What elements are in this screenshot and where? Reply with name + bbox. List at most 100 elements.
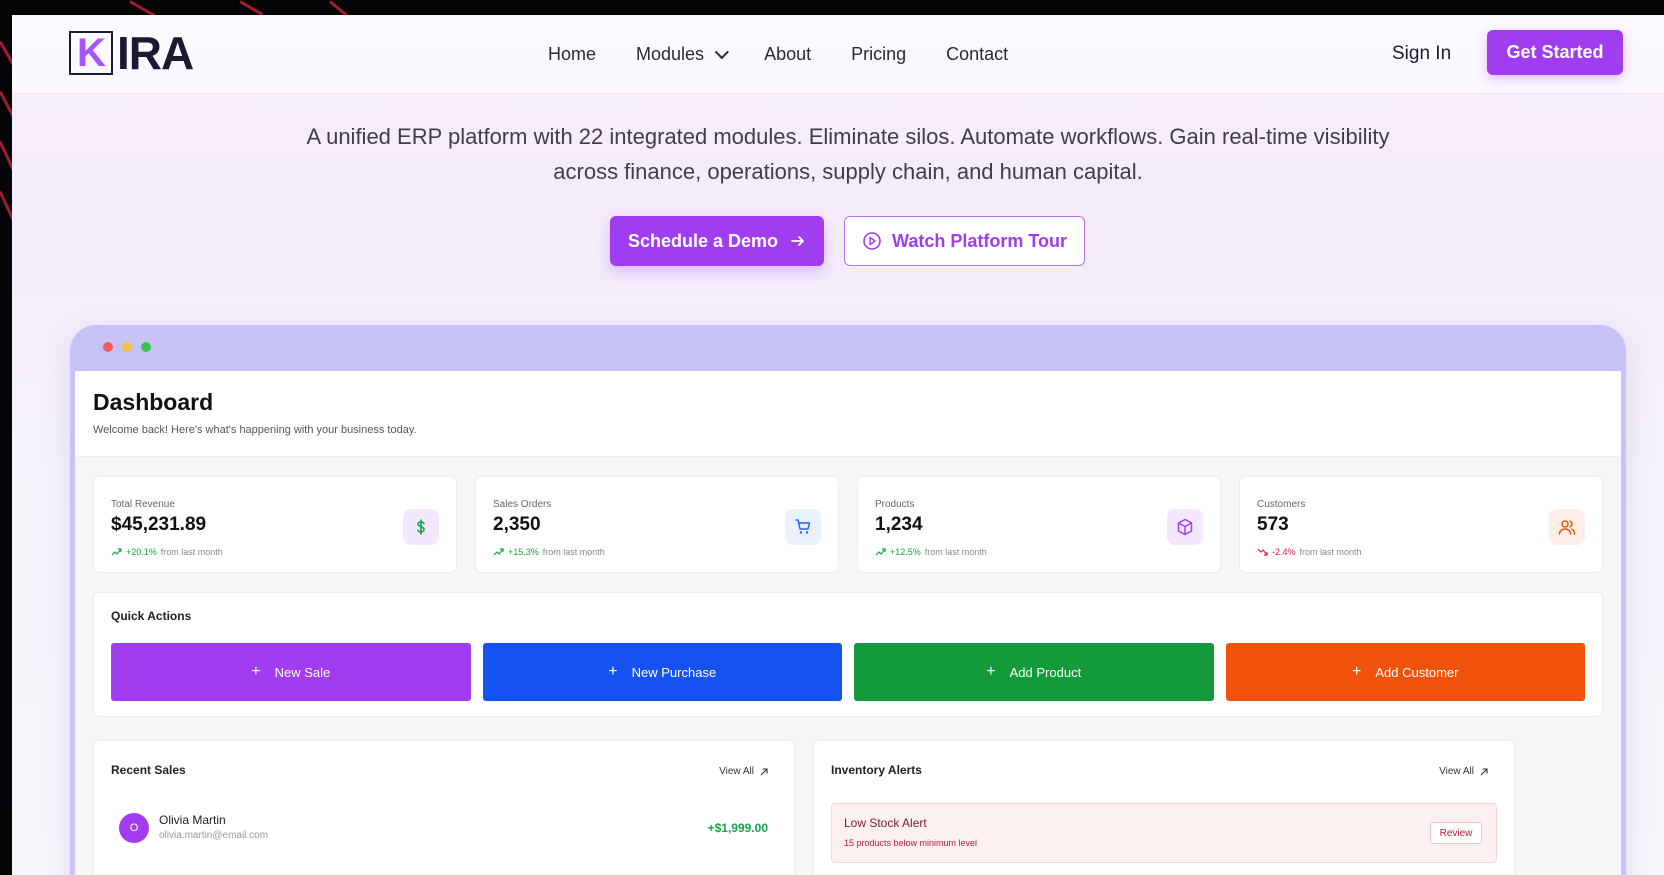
avatar: O (119, 813, 149, 843)
nav-modules-label: Modules (636, 44, 705, 64)
hero-line-2: across finance, operations, supply chain… (553, 159, 1143, 184)
stat-card-products: Products 1,234 +12.5% from last month (857, 476, 1221, 573)
stat-label: Sales Orders (493, 499, 552, 510)
decor-streak (239, 0, 264, 16)
kira-logo[interactable]: K IRA (69, 27, 194, 79)
stat-value: 1,234 (875, 514, 923, 535)
stat-value: 573 (1257, 514, 1289, 535)
trend-up-icon (875, 548, 886, 556)
window-maximize-dot (141, 342, 151, 352)
new-sale-button[interactable]: + New Sale (111, 643, 471, 701)
watch-tour-button[interactable]: Watch Platform Tour (844, 216, 1085, 266)
add-customer-label: Add Customer (1375, 664, 1459, 680)
plus-icon: + (251, 663, 261, 680)
arrow-up-right-icon (760, 767, 768, 775)
top-navbar: K IRA Home Modules About Pricing Contact… (12, 15, 1664, 94)
package-icon (1167, 509, 1203, 545)
stat-trend: +12.5% from last month (875, 547, 1203, 557)
cart-icon (785, 509, 821, 545)
window-titlebar (75, 325, 1621, 371)
nav-pricing[interactable]: Pricing (851, 44, 906, 65)
logo-wordmark: IRA (117, 27, 194, 79)
plus-icon: + (1352, 663, 1362, 680)
chevron-down-icon (714, 44, 729, 59)
arrow-up-right-icon (1480, 767, 1488, 775)
stat-trend: +15.3% from last month (493, 547, 821, 557)
stat-card-revenue: Total Revenue $45,231.89 +20.1% from las… (93, 476, 457, 573)
stat-note: from last month (160, 547, 223, 557)
plus-icon: + (608, 663, 618, 680)
recent-sales-panel: Recent Sales View All O Olivia Martin ol… (93, 740, 795, 875)
review-button[interactable]: Review (1430, 822, 1482, 844)
sale-customer-name: Olivia Martin (159, 813, 226, 827)
dashboard-body: Dashboard Welcome back! Here's what's ha… (75, 371, 1621, 875)
stat-change: +15.3% (508, 547, 539, 557)
nav-home[interactable]: Home (548, 44, 596, 65)
inventory-alerts-panel: Inventory Alerts View All Low Stock Aler… (813, 740, 1515, 875)
quick-actions-panel: Quick Actions + New Sale + New Purchase … (93, 592, 1603, 717)
window-close-dot (103, 342, 113, 352)
get-started-button[interactable]: Get Started (1487, 30, 1623, 75)
logo-k-mark: K (69, 31, 113, 75)
window-minimize-dot (122, 342, 132, 352)
quick-actions-buttons: + New Sale + New Purchase + Add Product … (111, 643, 1585, 701)
view-all-label: View All (1439, 766, 1474, 777)
stat-change: -2.4% (1272, 547, 1296, 557)
new-purchase-label: New Purchase (631, 664, 717, 680)
add-product-label: Add Product (1009, 664, 1082, 680)
stat-note: from last month (542, 547, 605, 557)
sale-amount: +$1,999.00 (707, 821, 768, 835)
watch-tour-label: Watch Platform Tour (892, 230, 1067, 251)
stat-value: 2,350 (493, 514, 541, 535)
dashboard-subtitle: Welcome back! Here's what's happening wi… (93, 424, 417, 436)
recent-sales-view-all[interactable]: View All (719, 766, 768, 777)
stat-note: from last month (924, 547, 987, 557)
sale-row[interactable]: O Olivia Martin olivia.martin@email.com … (111, 813, 768, 853)
dollar-icon (403, 509, 439, 545)
schedule-demo-label: Schedule a Demo (627, 230, 779, 251)
users-icon (1549, 509, 1585, 545)
stat-change: +20.1% (126, 547, 157, 557)
stat-value: $45,231.89 (111, 514, 207, 535)
view-all-label: View All (719, 766, 754, 777)
nav-links: Home Modules About Pricing Contact (548, 15, 1048, 94)
stat-label: Total Revenue (111, 499, 175, 510)
dashboard-header: Dashboard Welcome back! Here's what's ha… (75, 371, 1621, 457)
schedule-demo-button[interactable]: Schedule a Demo (610, 216, 824, 266)
inventory-view-all[interactable]: View All (1439, 766, 1488, 777)
alert-description: 15 products below minimum level (844, 838, 978, 848)
new-purchase-button[interactable]: + New Purchase (482, 643, 842, 701)
low-stock-alert: Low Stock Alert 15 products below minimu… (831, 803, 1497, 863)
stat-trend: +20.1% from last month (111, 547, 439, 557)
stat-card-sales-orders: Sales Orders 2,350 +15.3% from last mont… (475, 476, 839, 573)
add-product-button[interactable]: + Add Product (854, 643, 1214, 701)
nav-modules-dropdown[interactable]: Modules (636, 44, 729, 65)
plus-icon: + (986, 663, 996, 680)
recent-sales-title: Recent Sales (111, 763, 186, 777)
add-customer-button[interactable]: + Add Customer (1225, 643, 1585, 701)
trend-down-icon (1257, 548, 1268, 556)
dashboard-preview-window: Dashboard Welcome back! Here's what's ha… (70, 325, 1626, 875)
hero-description: A unified ERP platform with 22 integrate… (12, 119, 1664, 189)
landing-page: K IRA Home Modules About Pricing Contact… (12, 15, 1664, 875)
stat-label: Products (875, 499, 915, 510)
stat-cards: Total Revenue $45,231.89 +20.1% from las… (93, 476, 1603, 573)
trend-up-icon (493, 548, 504, 556)
stat-trend: -2.4% from last month (1257, 547, 1585, 557)
quick-actions-title: Quick Actions (111, 609, 192, 623)
stat-card-customers: Customers 573 -2.4% from last month (1239, 476, 1603, 573)
hero-line-1: A unified ERP platform with 22 integrate… (306, 124, 1390, 149)
dashboard-title: Dashboard (93, 389, 214, 415)
play-circle-icon (863, 232, 881, 250)
stat-note: from last month (1299, 547, 1362, 557)
new-sale-label: New Sale (274, 664, 331, 680)
nav-about[interactable]: About (764, 44, 811, 65)
stat-label: Customers (1257, 499, 1306, 510)
stat-change: +12.5% (890, 547, 921, 557)
inventory-alerts-title: Inventory Alerts (831, 763, 922, 777)
arrow-right-icon (791, 236, 804, 246)
sign-in-link[interactable]: Sign In (1392, 43, 1451, 65)
trend-up-icon (111, 548, 122, 556)
nav-contact[interactable]: Contact (946, 44, 1008, 65)
sale-customer-email: olivia.martin@email.com (159, 830, 269, 841)
